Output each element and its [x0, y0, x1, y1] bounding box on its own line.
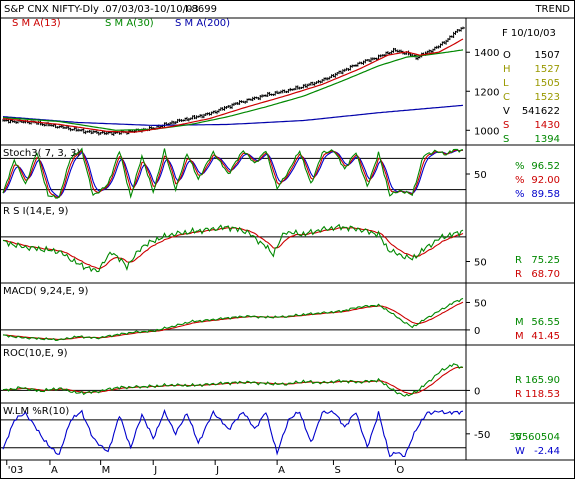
rsi-readout-key: R	[515, 269, 522, 280]
info-value: 1430	[535, 120, 560, 131]
macd-tick-label: 0	[474, 326, 480, 337]
wlm-readout-value: 35560504	[509, 432, 560, 443]
rsi-signal-line	[2, 227, 464, 270]
month-label: J	[153, 465, 157, 476]
rsi-line	[2, 223, 464, 273]
legend-entry: S M A(30)	[105, 18, 154, 29]
month-label: A	[51, 465, 58, 476]
legend-entry: S M A(13)	[12, 18, 61, 29]
legend-entry: S M A(200)	[175, 18, 230, 29]
month-label: S	[334, 465, 340, 476]
info-value: 1507	[535, 50, 560, 61]
stoch-readout-key: %	[515, 175, 525, 186]
info-value: 541622	[522, 106, 560, 117]
mode-label: TREND	[534, 4, 570, 15]
info-key: V	[503, 106, 510, 117]
price-tick-label: 1400	[474, 48, 499, 59]
wlm-tick-label: -50	[474, 430, 490, 441]
rsi-tick-label: 50	[474, 258, 487, 269]
stoch-tick-label: 50	[474, 170, 487, 181]
roc-readout-key: R	[515, 375, 522, 386]
rsi-readout-value: 75.25	[531, 255, 560, 266]
month-label: A	[278, 465, 285, 476]
macd-signal-line	[2, 301, 464, 340]
month-label: O	[396, 465, 404, 476]
stoch-readout-value: 89.58	[531, 189, 560, 200]
macd-line	[2, 297, 464, 341]
info-key: H	[503, 64, 511, 75]
info-value: 1527	[535, 64, 560, 75]
info-key: O	[503, 50, 511, 61]
info-key: C	[503, 92, 510, 103]
roc-label: ROC(10,E, 9)	[3, 348, 68, 359]
roc-readout-value: 118.53	[525, 389, 560, 400]
sma30-line	[2, 49, 464, 131]
rsi-label: R S I(14,E, 9)	[3, 206, 68, 217]
info-value: 1394	[535, 134, 560, 145]
stoch-readout-key: %	[515, 189, 525, 200]
rsi-readout-value: 68.70	[531, 269, 560, 280]
wlm-readout-value: -2.44	[534, 446, 560, 457]
info-date: F 10/10/03	[502, 28, 556, 39]
info-key: L	[503, 78, 509, 89]
chart-title: S&P CNX NIFTY-Dly .07/03/03-10/10/03	[4, 4, 199, 15]
wlm-label: W.LM %R(10)	[3, 406, 69, 417]
macd-readout-key: M	[515, 331, 524, 342]
month-label: M	[102, 465, 111, 476]
roc-readout-key: R	[515, 389, 522, 400]
rsi-readout-key: R	[515, 255, 522, 266]
macd-label: MACD( 9,24,E, 9)	[3, 286, 89, 297]
roc-tick-label: 0	[474, 386, 480, 397]
stoch-readout-value: 96.52	[531, 161, 560, 172]
month-label: '03	[8, 465, 23, 476]
info-value: 1523	[535, 92, 560, 103]
info-key: S	[503, 120, 509, 131]
williams-r-line	[2, 408, 464, 458]
price-tick-label: 1200	[474, 87, 499, 98]
month-label: J	[215, 465, 219, 476]
sma13-line	[2, 38, 464, 133]
macd-tick-label: 50	[474, 298, 487, 309]
technical-chart: S&P CNX NIFTY-Dly .07/03/03-10/10/03I-86…	[0, 4, 575, 476]
macd-readout-value: 56.55	[531, 317, 560, 328]
stoch-readout-key: %	[515, 161, 525, 172]
macd-readout-value: 41.45	[531, 331, 560, 342]
stoch-readout-value: 92.00	[531, 175, 560, 186]
info-value: 1505	[535, 78, 560, 89]
instrument-code: I-8699	[185, 4, 217, 15]
macd-readout-key: M	[515, 317, 524, 328]
price-tick-label: 1000	[474, 126, 499, 137]
roc-line	[2, 363, 464, 397]
wlm-readout-key: W	[515, 446, 525, 457]
roc-readout-value: 165.90	[525, 375, 560, 386]
info-key: S	[503, 134, 509, 145]
stoch-label: Stoch3( 7, 3, 3)	[3, 148, 80, 159]
